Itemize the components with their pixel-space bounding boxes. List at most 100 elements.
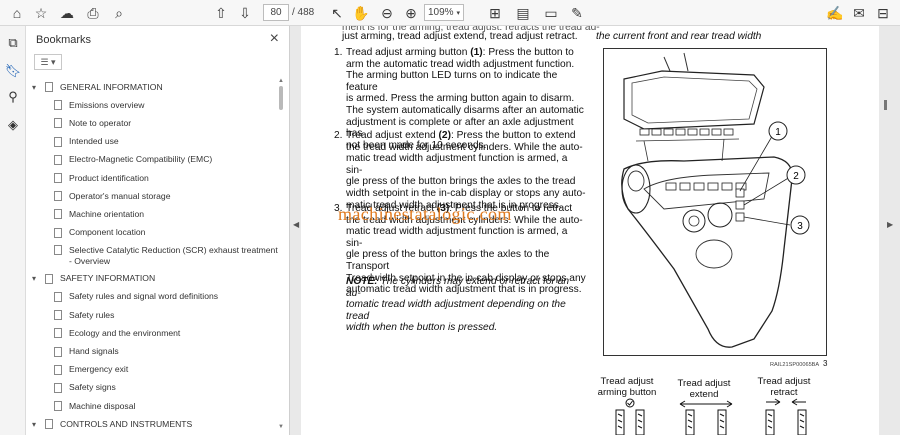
legend-extend-line1: Tread adjust (677, 378, 731, 389)
zoom-out-icon[interactable]: ⊖ (378, 4, 396, 22)
note-line-0: The cylinders may extend or retract for … (346, 276, 570, 299)
item2-paragraph: Tread adjust extend (2): Press the butto… (346, 130, 586, 211)
item1-title: Tread adjust arming button (346, 47, 468, 58)
bookmark-item[interactable]: Machine orientation (26, 205, 278, 223)
zoom-select[interactable]: 109% ▾ (424, 4, 464, 21)
bookmark-icon (54, 136, 62, 147)
item2-ref: (2) (438, 130, 451, 141)
bookmark-item[interactable]: Safety rules (26, 306, 278, 324)
watermark-text: machinestatalogic.com (338, 204, 512, 224)
bookmark-item[interactable]: Safety signs (26, 379, 278, 397)
bookmark-section[interactable]: ▾ GENERAL INFORMATION (26, 78, 278, 96)
scroll-down-icon[interactable]: ▼ (278, 424, 284, 430)
retract-icon (765, 398, 807, 435)
item1-ref: (1) (470, 47, 483, 58)
bookmark-item[interactable]: Component location (26, 224, 278, 242)
bookmark-label: Selective Catalytic Reduction (SCR) exha… (69, 244, 278, 266)
bookmark-label: Emissions overview (69, 99, 145, 110)
close-icon[interactable]: × (270, 30, 279, 48)
comment-icon[interactable]: ▭ (542, 4, 560, 22)
callout-1: 1 (775, 127, 781, 138)
bookmark-item[interactable]: Hand signals (26, 342, 278, 360)
legend-arming-line1: Tread adjust (600, 376, 654, 387)
legend-arming-line2: arming button (597, 387, 657, 398)
document-scrollbar-thumb[interactable] (884, 100, 887, 110)
page-down-icon[interactable]: ⇩ (236, 4, 254, 22)
bookmark-label: Product identification (69, 172, 149, 183)
bookmark-star-icon[interactable]: ☆ (32, 4, 50, 22)
zoom-in-icon[interactable]: ⊕ (402, 4, 420, 22)
bookmark-label: Ecology and the environment (69, 327, 181, 338)
chevron-down-icon[interactable]: ▾ (32, 420, 41, 429)
item1-line-0: : Press the button to (482, 47, 574, 58)
upload-cloud-icon[interactable]: ☁ (58, 4, 76, 22)
fit-page-icon[interactable]: ⊞ (486, 4, 504, 22)
bookmark-section[interactable]: ▾ CONTROLS AND INSTRUMENTS (26, 415, 278, 433)
more-tools-icon[interactable]: ⊟ (874, 4, 892, 22)
next-page-arrow-icon[interactable]: ▶ (887, 220, 893, 229)
figure-code: RAIL21SP00065BA (770, 362, 820, 368)
bookmark-item[interactable]: Safety rules and signal word definitions (26, 288, 278, 306)
hand-tool-icon[interactable]: ✋ (352, 4, 370, 22)
sign-icon[interactable]: ✍ (826, 4, 844, 22)
attachment-icon[interactable]: ⚲ (4, 88, 22, 106)
item2-line-4: width setpoint in the in-cab display or … (346, 187, 586, 199)
bookmark-item[interactable]: Emissions overview (26, 96, 278, 114)
bookmark-item[interactable]: Operator's manual storage (26, 187, 278, 205)
page-total: / 488 (292, 7, 315, 18)
bookmark-icon (54, 310, 62, 321)
print-icon[interactable]: ⎙ (84, 4, 102, 22)
item1-line-1: arm the automatic tread width adjustment… (346, 58, 575, 70)
page-up-icon[interactable]: ⇧ (212, 4, 230, 22)
callout-2: 2 (793, 171, 799, 182)
bookmark-item[interactable]: Machine disposal (26, 397, 278, 415)
bookmark-section[interactable]: ▾ SAFETY INFORMATION (26, 270, 278, 288)
zoom-search-icon[interactable]: ⌕ (110, 4, 128, 22)
chevron-down-icon: ▾ (456, 9, 461, 17)
bookmark-item[interactable]: Note to operator (26, 114, 278, 132)
mail-icon[interactable]: ✉ (850, 4, 868, 22)
layers-icon[interactable]: ◈ (4, 116, 22, 134)
chevron-down-icon[interactable]: ▾ (32, 83, 41, 92)
bookmark-label: Component location (69, 227, 146, 238)
home-icon[interactable]: ⌂ (8, 4, 26, 22)
panel-scrollbar-thumb[interactable] (279, 86, 283, 110)
bookmark-icon (45, 419, 53, 430)
page-number-input[interactable]: 80 (263, 4, 289, 21)
bookmark-icon (54, 100, 62, 111)
bookmark-item[interactable]: Ecology and the environment (26, 324, 278, 342)
thumbnails-icon[interactable]: ⧉ (4, 34, 22, 52)
extend-icon (679, 400, 733, 435)
scroll-up-icon[interactable]: ▲ (278, 78, 284, 84)
highlight-icon[interactable]: ✎ (568, 4, 586, 22)
item2-number: 2. (334, 130, 343, 141)
item3-line-3: gle press of the button brings the axles… (346, 249, 550, 272)
chevron-down-icon[interactable]: ▾ (32, 274, 41, 283)
legend-extend: Tread adjust extend (672, 378, 736, 400)
item1-line-4: The system automatically disarms after a… (346, 104, 584, 116)
prev-page-arrow-icon[interactable]: ◀ (293, 220, 299, 229)
bookmark-item[interactable]: Intended use (26, 133, 278, 151)
select-cursor-icon[interactable]: ↖ (328, 4, 346, 22)
left-rail: ⧉ 🔖︎ ⚲ ◈ (0, 26, 26, 435)
console-illustration: 1 2 3 (621, 52, 810, 348)
bookmark-icon (54, 191, 62, 202)
bookmark-label: Machine orientation (69, 208, 145, 219)
note-label: NOTE: (346, 276, 378, 287)
bookmark-item[interactable]: Selective Catalytic Reduction (SCR) exha… (26, 242, 278, 270)
scroll-mode-icon[interactable]: ▤ (514, 4, 532, 22)
bookmark-list: ▾ GENERAL INFORMATION Emissions overview No… (26, 78, 278, 433)
cut-line-left: just arming, tread adjust extend, tread … (342, 31, 578, 42)
bookmark-item[interactable]: Emergency exit (26, 361, 278, 379)
bookmark-label: Electro-Magnetic Compatibility (EMC) (69, 154, 213, 165)
bookmarks-panel: Bookmarks × ☰ ▾ ▲ ▼ ▾ GENERAL INFORMATION… (26, 26, 290, 435)
legend-retract-line2: retract (770, 387, 798, 398)
options-menu-button[interactable]: ☰ ▾ (34, 54, 62, 70)
zoom-value: 109% (427, 7, 454, 18)
bookmark-item[interactable]: Product identification (26, 169, 278, 187)
bookmark-label: Operator's manual storage (69, 190, 171, 201)
bookmark-label: SAFETY INFORMATION (60, 273, 156, 284)
bookmark-item[interactable]: Electro-Magnetic Compatibility (EMC) (26, 151, 278, 169)
bookmarks-icon[interactable]: 🔖︎ (4, 62, 22, 80)
item2-line-3: gle press of the button brings the axles… (346, 176, 576, 188)
